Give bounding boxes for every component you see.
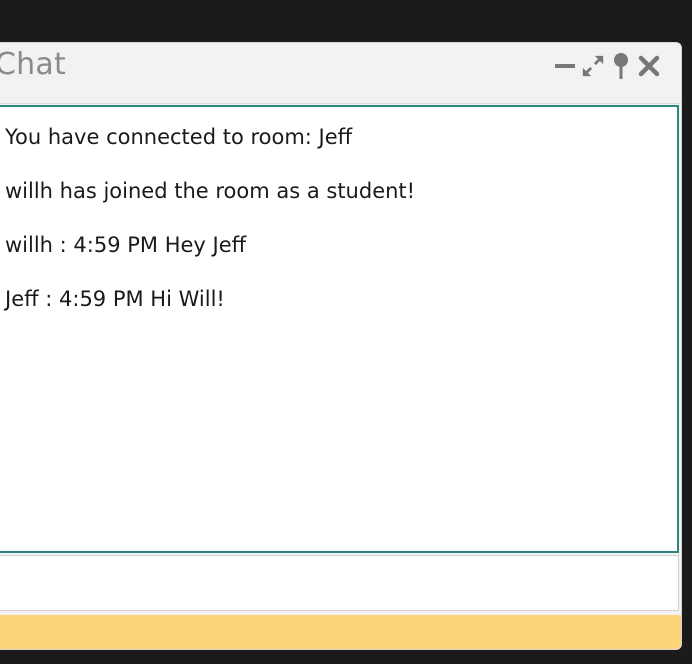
minimize-icon bbox=[555, 64, 575, 68]
pin-button[interactable] bbox=[609, 53, 633, 79]
chat-title: Chat bbox=[0, 47, 66, 82]
window-controls bbox=[553, 53, 661, 79]
chat-window: Chat You have connected to room: Jeff wi… bbox=[0, 42, 682, 650]
chat-footer-bar bbox=[0, 615, 681, 649]
message-input-container bbox=[0, 555, 679, 611]
expand-icon bbox=[582, 55, 604, 77]
message-input[interactable] bbox=[0, 556, 678, 610]
expand-button[interactable] bbox=[581, 53, 605, 79]
minimize-button[interactable] bbox=[553, 53, 577, 79]
chat-message: willh : 4:59 PM Hey Jeff bbox=[5, 233, 247, 257]
close-icon bbox=[638, 55, 660, 77]
chat-message: You have connected to room: Jeff bbox=[5, 125, 353, 149]
chat-message: Jeff : 4:59 PM Hi Will! bbox=[5, 287, 225, 311]
close-button[interactable] bbox=[637, 53, 661, 79]
pin-icon bbox=[614, 53, 628, 79]
message-list[interactable]: You have connected to room: Jeff willh h… bbox=[0, 105, 679, 553]
chat-message: willh has joined the room as a student! bbox=[5, 179, 416, 203]
chat-titlebar[interactable]: Chat bbox=[0, 43, 681, 104]
